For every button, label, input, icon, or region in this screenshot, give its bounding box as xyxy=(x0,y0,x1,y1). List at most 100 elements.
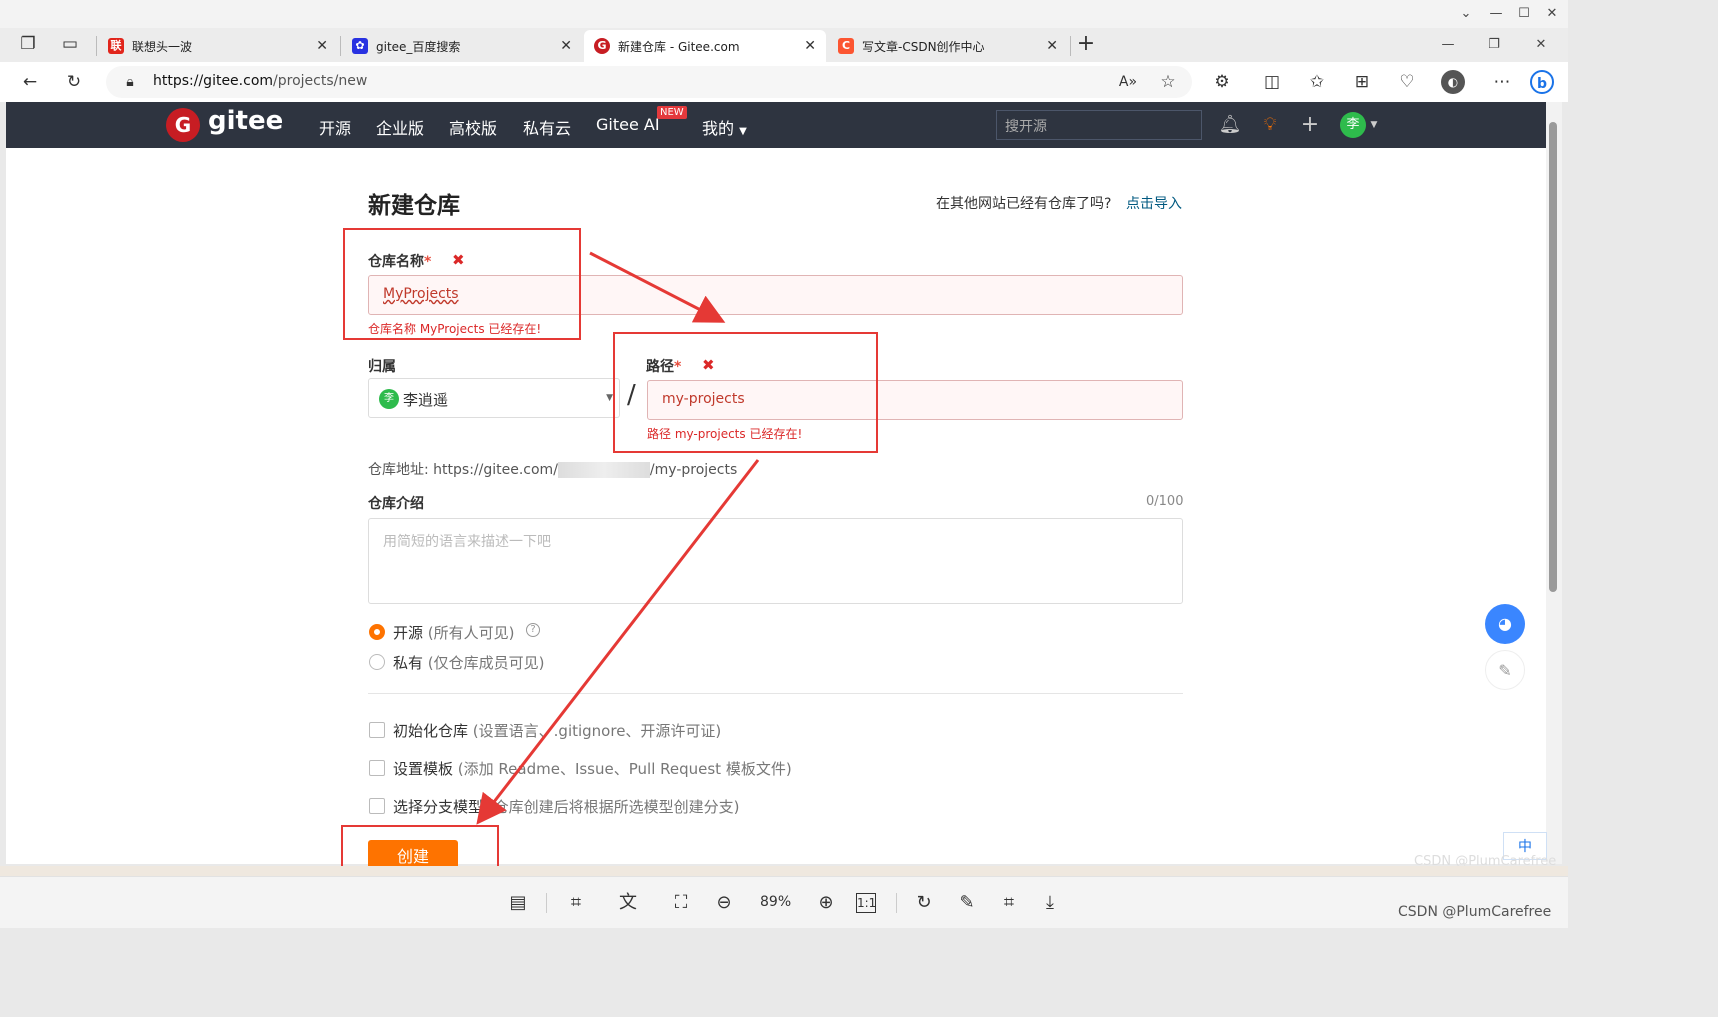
nav-private-cloud[interactable]: 私有云 xyxy=(523,115,571,139)
import-link[interactable]: 点击导入 xyxy=(1126,193,1182,213)
layout-icon[interactable]: ▤ xyxy=(506,891,530,915)
maximize-icon[interactable]: ☐ xyxy=(1513,4,1535,24)
desc-textarea[interactable]: 用简短的语言来描述一下吧 xyxy=(368,518,1183,604)
branch-model-option[interactable]: 选择分支模型 (仓库创建后将根据所选模型创建分支) xyxy=(393,796,740,817)
private-label: 私有 xyxy=(393,654,424,672)
radio-opensource[interactable] xyxy=(369,624,385,640)
desc-label: 仓库介绍 xyxy=(368,496,424,512)
tab-gitee-new-repo[interactable]: G 新建仓库 - Gitee.com ✕ xyxy=(584,30,826,62)
feedback-edit-icon[interactable]: ✎ xyxy=(1485,650,1525,690)
opensource-option[interactable]: 开源 (所有人可见) xyxy=(393,622,515,643)
health-icon[interactable]: ♡ xyxy=(1395,70,1419,94)
restore-icon[interactable]: ❐ xyxy=(1483,35,1505,55)
extensions-icon[interactable]: ⚙ xyxy=(1210,70,1234,94)
plus-icon[interactable]: + xyxy=(1298,113,1322,137)
nav-enterprise[interactable]: 企业版 xyxy=(376,115,424,139)
desc-counter: 0/100 xyxy=(1146,494,1184,509)
edit-icon[interactable]: ✎ xyxy=(955,891,979,915)
redacted-username xyxy=(557,462,650,478)
checkbox-init-repo[interactable] xyxy=(369,722,385,738)
private-option[interactable]: 私有 (仅仓库成员可见) xyxy=(393,652,545,673)
nav-opensource[interactable]: 开源 xyxy=(319,115,351,139)
checkbox-branch-model[interactable] xyxy=(369,798,385,814)
zoom-level: 89% xyxy=(760,894,792,910)
opensource-label: 开源 xyxy=(393,624,424,642)
close-window-icon[interactable]: ✕ xyxy=(1530,35,1552,55)
nav-mine[interactable]: 我的 ▼ xyxy=(702,115,747,139)
tab-title: 联想头一波 xyxy=(132,39,193,54)
nav-mine-label: 我的 xyxy=(702,119,735,138)
workspaces-icon[interactable]: ❐ xyxy=(16,32,40,56)
collections-icon[interactable]: ⊞ xyxy=(1350,70,1374,94)
chevron-down-icon[interactable]: ⌄ xyxy=(1455,4,1477,24)
bell-icon[interactable]: 🔔︎ xyxy=(1218,113,1242,137)
repo-url: 仓库地址: https://gitee.com/ /my-projects xyxy=(368,459,737,479)
tab-actions-icon[interactable]: ▭ xyxy=(58,32,82,56)
zoom-in-icon[interactable]: ⊕ xyxy=(814,891,838,915)
split-screen-icon[interactable]: ◫ xyxy=(1260,70,1284,94)
lenovo-favicon-icon: 联 xyxy=(108,38,124,54)
init-repo-label: 初始化仓库 xyxy=(393,722,469,740)
assistant-float-icon[interactable]: ◕ xyxy=(1485,604,1525,644)
gitee-logo-text[interactable]: gitee xyxy=(208,106,283,136)
more-menu-icon[interactable]: ⋯ xyxy=(1490,70,1514,94)
actual-size-icon[interactable]: 1:1 xyxy=(856,893,876,913)
scrollbar-thumb[interactable] xyxy=(1549,122,1557,592)
close-tab-icon[interactable]: ✕ xyxy=(316,38,328,54)
translate-icon[interactable]: 文 xyxy=(616,891,640,915)
branch-model-hint: (仓库创建后将根据所选模型创建分支) xyxy=(487,798,740,816)
bing-copilot-icon[interactable]: b xyxy=(1530,70,1554,94)
caret-down-icon: ▼ xyxy=(739,126,747,137)
minimize-icon[interactable]: — xyxy=(1485,4,1507,24)
caret-down-icon[interactable]: ▼ xyxy=(1362,113,1386,137)
annotation-box-repo-name xyxy=(343,228,581,340)
nav-gitee-ai[interactable]: Gitee AI xyxy=(596,115,660,134)
close-tab-icon[interactable]: ✕ xyxy=(560,38,572,54)
gitee-header: G gitee 开源 企业版 高校版 私有云 Gitee AI NEW 我的 ▼… xyxy=(6,102,1546,148)
close-tab-icon[interactable]: ✕ xyxy=(1046,38,1058,54)
crop-icon[interactable]: ⌗ xyxy=(997,891,1021,915)
read-aloud-icon[interactable]: A» xyxy=(1116,70,1140,94)
csdn-watermark: CSDN @PlumCarefree xyxy=(1398,904,1552,920)
tab-csdn[interactable]: C 写文章-CSDN创作中心 ✕ xyxy=(828,30,1068,62)
rotate-icon[interactable]: ↻ xyxy=(912,891,936,915)
toolbar-separator xyxy=(546,893,547,913)
tab-bar: ❐ ▭ 联 联想头一波 ✕ ✿ gitee_百度搜索 ✕ G 新建仓库 - Gi… xyxy=(0,28,1568,62)
owner-select[interactable]: 李 李逍遥 ▼ xyxy=(368,378,620,418)
address-bar[interactable]: 🔒︎ https://gitee.com/projects/new A» ☆ xyxy=(106,66,1192,98)
favorites-icon[interactable]: ✩ xyxy=(1305,70,1329,94)
fit-screen-icon[interactable]: ⛶ xyxy=(669,891,693,915)
nav-search-input[interactable]: 搜开源 xyxy=(996,110,1202,140)
init-repo-option[interactable]: 初始化仓库 (设置语言、.gitignore、开源许可证) xyxy=(393,720,721,741)
page-scrollbar[interactable] xyxy=(1546,102,1562,864)
minimize-icon[interactable]: — xyxy=(1437,35,1459,55)
profile-avatar[interactable]: ◐ xyxy=(1441,70,1465,94)
tab-lenovo[interactable]: 联 联想头一波 ✕ xyxy=(98,30,338,62)
owner-name: 李逍遥 xyxy=(403,391,449,409)
checkbox-template[interactable] xyxy=(369,760,385,776)
zoom-out-icon[interactable]: ⊖ xyxy=(712,891,736,915)
page-content xyxy=(6,148,1546,864)
branch-model-label: 选择分支模型 xyxy=(393,798,484,816)
import-question: 在其他网站已经有仓库了吗? xyxy=(936,196,1112,212)
annotation-box-create xyxy=(341,825,499,869)
template-hint: (添加 Readme、Issue、Pull Request 模板文件) xyxy=(457,760,792,778)
extract-text-icon[interactable]: ⌗ xyxy=(564,891,588,915)
image-viewer-toolbar: ▤ ⌗ 文 ⛶ ⊖ 89% ⊕ 1:1 ↻ ✎ ⌗ ⤓ xyxy=(0,876,1568,928)
favorite-star-icon[interactable]: ☆ xyxy=(1156,70,1180,94)
download-icon[interactable]: ⤓ xyxy=(1038,891,1062,915)
new-badge: NEW xyxy=(657,106,687,119)
close-window-icon[interactable]: ✕ xyxy=(1541,4,1563,24)
close-tab-icon[interactable]: ✕ xyxy=(804,38,816,54)
gitee-logo-icon[interactable]: G xyxy=(166,108,200,142)
lock-icon[interactable]: 🔒︎ xyxy=(118,70,142,94)
back-arrow-icon[interactable]: ← xyxy=(18,70,42,94)
lightbulb-icon[interactable]: 💡︎ xyxy=(1258,113,1282,137)
nav-education[interactable]: 高校版 xyxy=(449,115,497,139)
new-tab-plus-icon[interactable]: + xyxy=(1074,32,1098,56)
refresh-icon[interactable]: ↻ xyxy=(62,70,86,94)
help-question-icon[interactable]: ? xyxy=(526,623,540,637)
radio-private[interactable] xyxy=(369,654,385,670)
tab-baidu[interactable]: ✿ gitee_百度搜索 ✕ xyxy=(342,30,582,62)
template-option[interactable]: 设置模板 (添加 Readme、Issue、Pull Request 模板文件) xyxy=(393,758,792,779)
